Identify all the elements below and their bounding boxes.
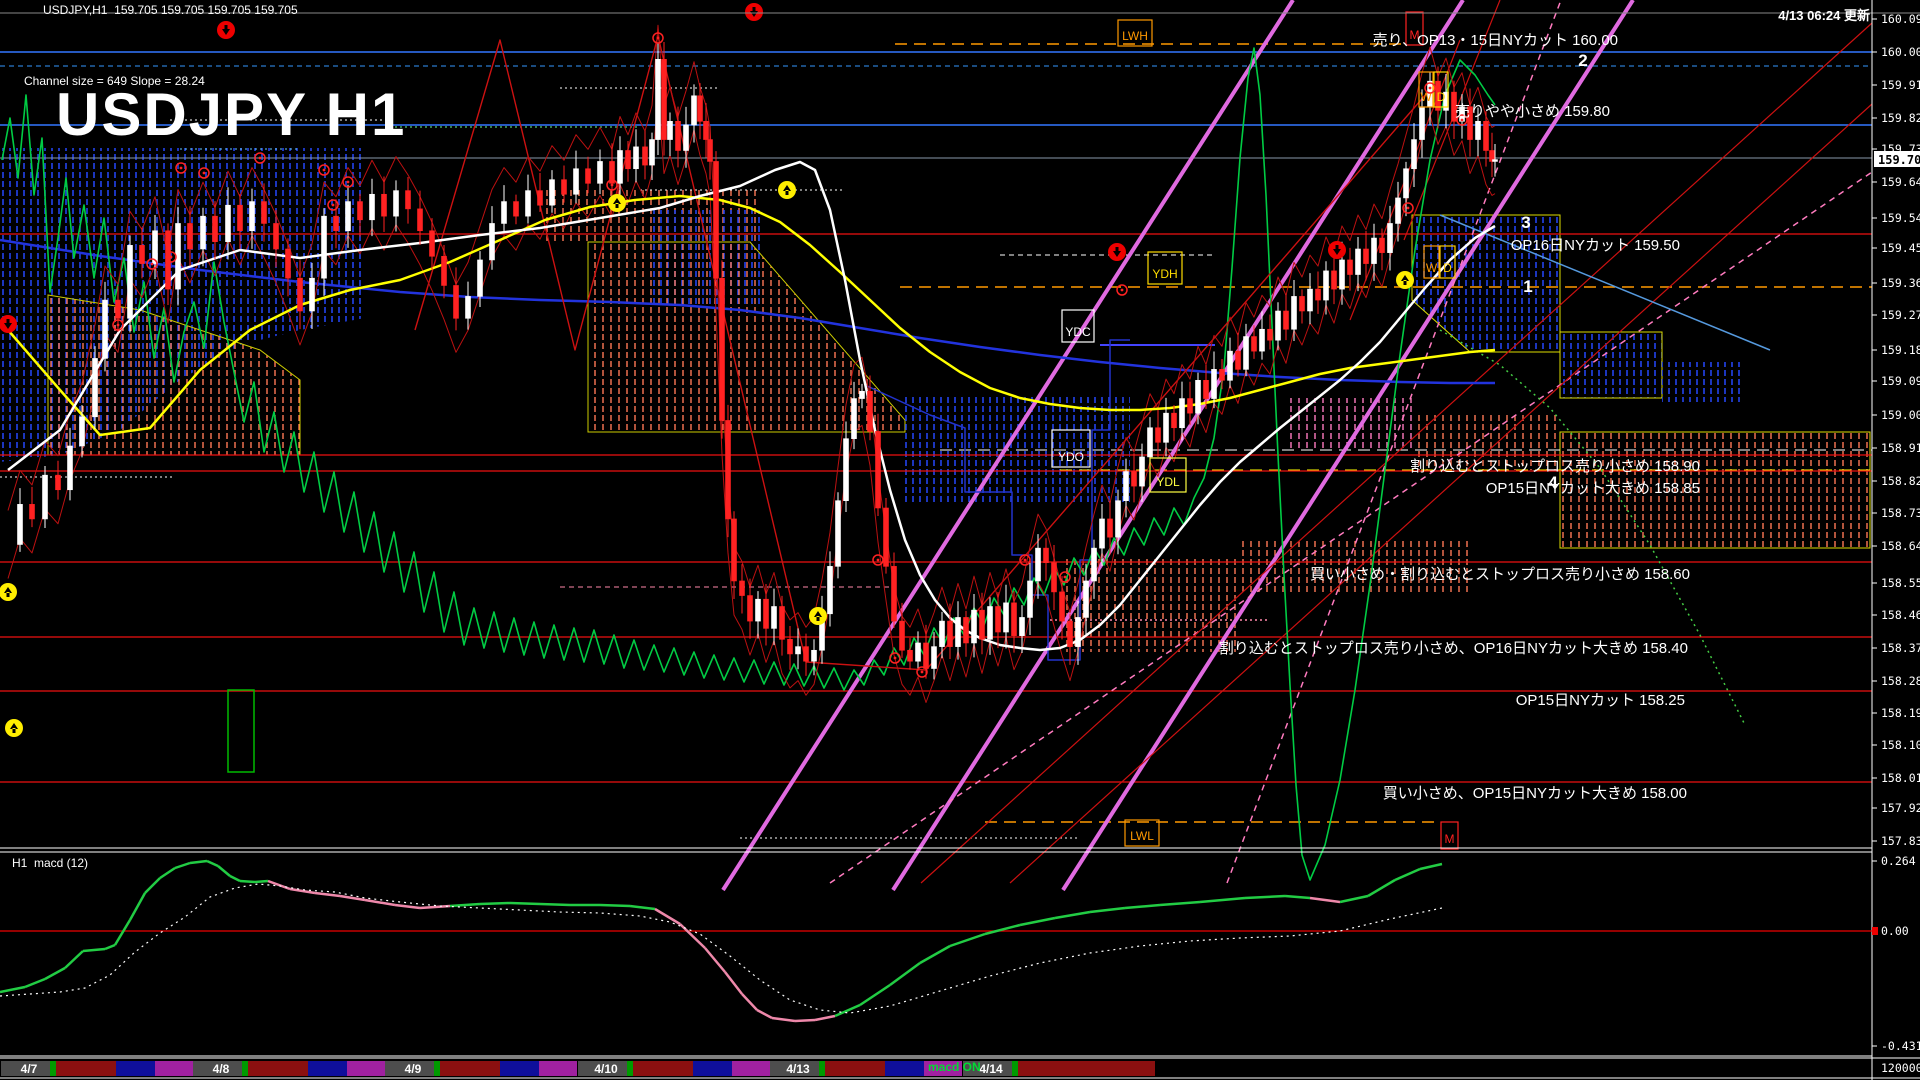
- svg-text:売り、OP13・15日NYカット 160.00: 売り、OP13・15日NYカット 160.00: [1373, 32, 1618, 49]
- date-label: 4/14: [979, 1062, 1003, 1076]
- macd-panel: [0, 861, 1872, 1021]
- symbol-watermark: USDJPY H1: [56, 80, 406, 149]
- svg-text:YDC: YDC: [1065, 325, 1091, 339]
- svg-text:-0.431: -0.431: [1881, 1039, 1920, 1053]
- svg-text:OP15日NYカット大きめ 158.85: OP15日NYカット大きめ 158.85: [1486, 480, 1700, 497]
- svg-text:160.000: 160.000: [1881, 45, 1920, 59]
- svg-text:158.460: 158.460: [1881, 608, 1920, 622]
- chart-canvas[interactable]: LWHMWDYDHWDYDCYDOYDLLWLM2314売り、OP13・15日N…: [0, 0, 1920, 1080]
- svg-text:1: 1: [1523, 277, 1532, 296]
- date-label: 4/8: [213, 1062, 230, 1076]
- svg-text:割り込むとストップロス売り小さめ 158.90: 割り込むとストップロス売り小さめ 158.90: [1410, 458, 1700, 475]
- date-label: 4/9: [405, 1062, 422, 1076]
- svg-text:159.095: 159.095: [1881, 374, 1920, 388]
- svg-text:158.645: 158.645: [1881, 539, 1920, 553]
- svg-text:0.264: 0.264: [1881, 854, 1916, 868]
- svg-text:159.545: 159.545: [1881, 211, 1920, 225]
- svg-text:買い小さめ・割り込むとストップロス売り小さめ 158.60: 買い小さめ・割り込むとストップロス売り小さめ 158.60: [1310, 566, 1690, 583]
- svg-text:158.280: 158.280: [1881, 674, 1920, 688]
- macd-indicator-label: H1 macd (12): [12, 856, 88, 870]
- svg-text:159.455: 159.455: [1881, 241, 1920, 255]
- svg-text:M: M: [1445, 832, 1455, 846]
- macd-axis: 0.264 0.00 -0.431 120000: [1872, 854, 1920, 1075]
- svg-text:2: 2: [1578, 51, 1587, 70]
- svg-text:159.275: 159.275: [1881, 308, 1920, 322]
- svg-text:159.910: 159.910: [1881, 78, 1920, 92]
- svg-text:157.920: 157.920: [1881, 801, 1920, 815]
- svg-text:売りやや小さめ 159.80: 売りやや小さめ 159.80: [1455, 103, 1610, 120]
- svg-text:159.820: 159.820: [1881, 111, 1920, 125]
- svg-text:158.010: 158.010: [1881, 771, 1920, 785]
- svg-text:OP16日NYカット 159.50: OP16日NYカット 159.50: [1511, 237, 1680, 254]
- svg-text:159.365: 159.365: [1881, 276, 1920, 290]
- current-price-badge: 159.705: [1878, 153, 1920, 167]
- svg-text:LWL: LWL: [1130, 829, 1154, 843]
- svg-text:158.825: 158.825: [1881, 474, 1920, 488]
- svg-text:3: 3: [1521, 213, 1530, 232]
- macd-on-label: macd ON: [928, 1060, 981, 1074]
- svg-text:158.370: 158.370: [1881, 641, 1920, 655]
- svg-text:割り込むとストップロス売り小さめ、OP16日NYカット大きめ: 割り込むとストップロス売り小さめ、OP16日NYカット大きめ 158.40: [1219, 640, 1688, 657]
- svg-text:YDL: YDL: [1156, 475, 1180, 489]
- svg-text:159.640: 159.640: [1881, 175, 1920, 189]
- date-label: 4/13: [786, 1062, 810, 1076]
- svg-text:159.185: 159.185: [1881, 343, 1920, 357]
- svg-text:158.100: 158.100: [1881, 738, 1920, 752]
- symbol-title: USDJPY,H1 159.705 159.705 159.705 159.70…: [43, 3, 298, 17]
- svg-text:買い小さめ、OP15日NYカット大きめ 158.00: 買い小さめ、OP15日NYカット大きめ 158.00: [1383, 785, 1687, 802]
- price-axis: 160.090160.000159.910159.820159.730159.6…: [1872, 12, 1920, 848]
- date-label: 4/7: [21, 1062, 38, 1076]
- svg-text:158.190: 158.190: [1881, 706, 1920, 720]
- session-bar: 4/7 4/8 4/9 4/10 4/13 4/14: [1, 1061, 1155, 1076]
- svg-text:LWH: LWH: [1122, 29, 1148, 43]
- mt4-chart-window: LWHMWDYDHWDYDCYDOYDLLWLM2314売り、OP13・15日N…: [0, 0, 1920, 1080]
- svg-text:120000: 120000: [1881, 1061, 1920, 1075]
- svg-text:YDO: YDO: [1058, 450, 1084, 464]
- svg-text:157.830: 157.830: [1881, 834, 1920, 848]
- svg-text:D: D: [1437, 90, 1446, 104]
- svg-text:158.915: 158.915: [1881, 441, 1920, 455]
- update-timestamp: 4/13 06:24 更新: [1778, 5, 1870, 24]
- svg-text:160.090: 160.090: [1881, 12, 1920, 26]
- date-label: 4/10: [594, 1062, 618, 1076]
- svg-text:159.005: 159.005: [1881, 408, 1920, 422]
- channel-info-label: Channel size = 649 Slope = 28.24: [24, 74, 205, 88]
- svg-text:YDH: YDH: [1152, 267, 1177, 281]
- svg-text:158.735: 158.735: [1881, 506, 1920, 520]
- svg-text:0.00: 0.00: [1881, 924, 1909, 938]
- svg-text:D: D: [1443, 261, 1452, 275]
- svg-text:OP15日NYカット 158.25: OP15日NYカット 158.25: [1516, 692, 1685, 709]
- svg-text:158.550: 158.550: [1881, 576, 1920, 590]
- svg-text:W: W: [1426, 261, 1438, 275]
